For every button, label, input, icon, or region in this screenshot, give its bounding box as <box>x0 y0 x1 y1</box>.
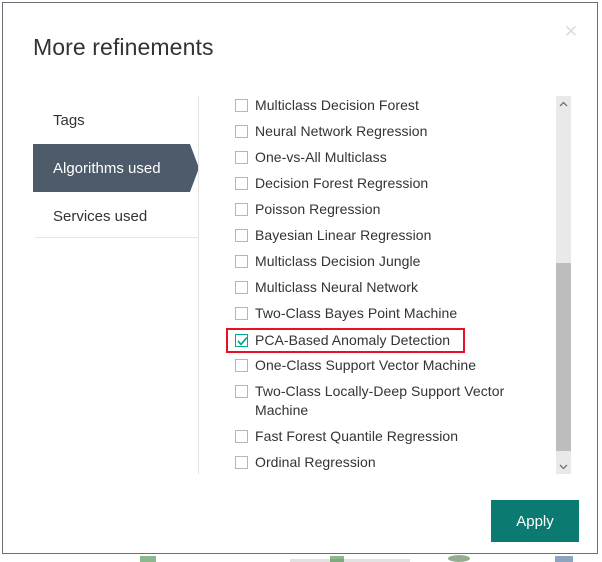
close-icon[interactable]: ✕ <box>557 17 585 45</box>
checkbox-icon[interactable] <box>235 203 248 216</box>
list-item-label: Multiclass Neural Network <box>255 279 419 295</box>
list-item[interactable]: One-Class Support Vector Machine <box>217 356 551 375</box>
list-item-label: One-vs-All Multiclass <box>255 149 387 165</box>
checkbox-icon[interactable] <box>235 177 248 190</box>
tab-tags[interactable]: Tags <box>3 96 199 144</box>
list-item[interactable]: Multiclass Neural Network <box>217 278 551 297</box>
list-item[interactable]: Decision Forest Regression <box>217 174 551 193</box>
list-item-label: Multiclass Decision Jungle <box>255 253 421 269</box>
apply-button[interactable]: Apply <box>491 500 579 542</box>
tabs-divider-horizontal <box>35 237 198 238</box>
list-item[interactable]: Multiclass Decision Forest <box>217 96 551 115</box>
list-item-label: Poisson Regression <box>255 201 381 217</box>
checkbox-icon[interactable] <box>235 125 248 138</box>
background-blip <box>555 556 573 562</box>
list-item-label: Two-Class Locally-Deep Support Vector Ma… <box>255 383 505 418</box>
list-item-label: Bayesian Linear Regression <box>255 227 432 243</box>
more-refinements-dialog: More refinements ✕ Tags Algorithms used … <box>2 2 598 554</box>
checkbox-icon[interactable] <box>235 307 248 320</box>
checkbox-icon[interactable] <box>235 430 248 443</box>
tab-label: Services used <box>53 207 148 225</box>
chevron-down-icon[interactable] <box>556 459 571 474</box>
checkbox-list-inner: Multiclass Decision Forest Neural Network… <box>217 96 551 474</box>
background-blip <box>330 556 344 562</box>
list-item-label: Two-Class Bayes Point Machine <box>255 305 458 321</box>
list-item[interactable]: Two-Class Bayes Point Machine <box>217 304 551 323</box>
tab-algorithms-used[interactable]: Algorithms used <box>3 144 199 192</box>
list-item[interactable]: Two-Class Locally-Deep Support Vector Ma… <box>217 382 551 420</box>
checkbox-icon[interactable] <box>235 229 248 242</box>
tab-label: Algorithms used <box>53 159 161 177</box>
list-item[interactable]: Poisson Regression <box>217 200 551 219</box>
list-item[interactable]: Neural Network Regression <box>217 122 551 141</box>
checkbox-icon[interactable] <box>235 99 248 112</box>
list-item-label: Neural Network Regression <box>255 123 428 139</box>
list-scrollbar[interactable] <box>556 96 571 474</box>
checkbox-checked-icon[interactable] <box>235 334 248 347</box>
scrollbar-thumb[interactable] <box>556 263 571 451</box>
algorithms-checkbox-list: Multiclass Decision Forest Neural Network… <box>217 96 551 474</box>
list-item-label: Multiclass Decision Forest <box>255 97 419 113</box>
list-item[interactable]: One-vs-All Multiclass <box>217 148 551 167</box>
list-item[interactable]: Ordinal Regression <box>217 453 551 472</box>
list-item-label: One-Class Support Vector Machine <box>255 357 477 373</box>
checkbox-icon[interactable] <box>235 456 248 469</box>
background-blip <box>448 555 470 562</box>
list-item[interactable]: Fast Forest Quantile Regression <box>217 427 551 446</box>
list-item-label: Fast Forest Quantile Regression <box>255 428 459 444</box>
background-blip <box>140 556 156 562</box>
tab-services-used[interactable]: Services used <box>3 192 199 240</box>
checkbox-icon[interactable] <box>235 281 248 294</box>
checkbox-icon[interactable] <box>235 255 248 268</box>
list-item-label: PCA-Based Anomaly Detection <box>255 332 451 348</box>
list-item[interactable]: Multiclass Decision Jungle <box>217 252 551 271</box>
list-item[interactable]: Bayesian Linear Regression <box>217 226 551 245</box>
tab-list: Tags Algorithms used Services used <box>3 96 199 474</box>
tab-label: Tags <box>53 111 85 129</box>
checkbox-icon[interactable] <box>235 151 248 164</box>
list-item-label: Decision Forest Regression <box>255 175 429 191</box>
checkbox-icon[interactable] <box>235 359 248 372</box>
checkbox-icon[interactable] <box>235 385 248 398</box>
dialog-title: More refinements <box>33 34 214 60</box>
list-item[interactable]: PCA-Based Anomaly Detection <box>226 328 465 353</box>
chevron-up-icon[interactable] <box>556 96 571 111</box>
tabs-divider-vertical <box>198 96 199 474</box>
list-item-label: Ordinal Regression <box>255 454 376 470</box>
